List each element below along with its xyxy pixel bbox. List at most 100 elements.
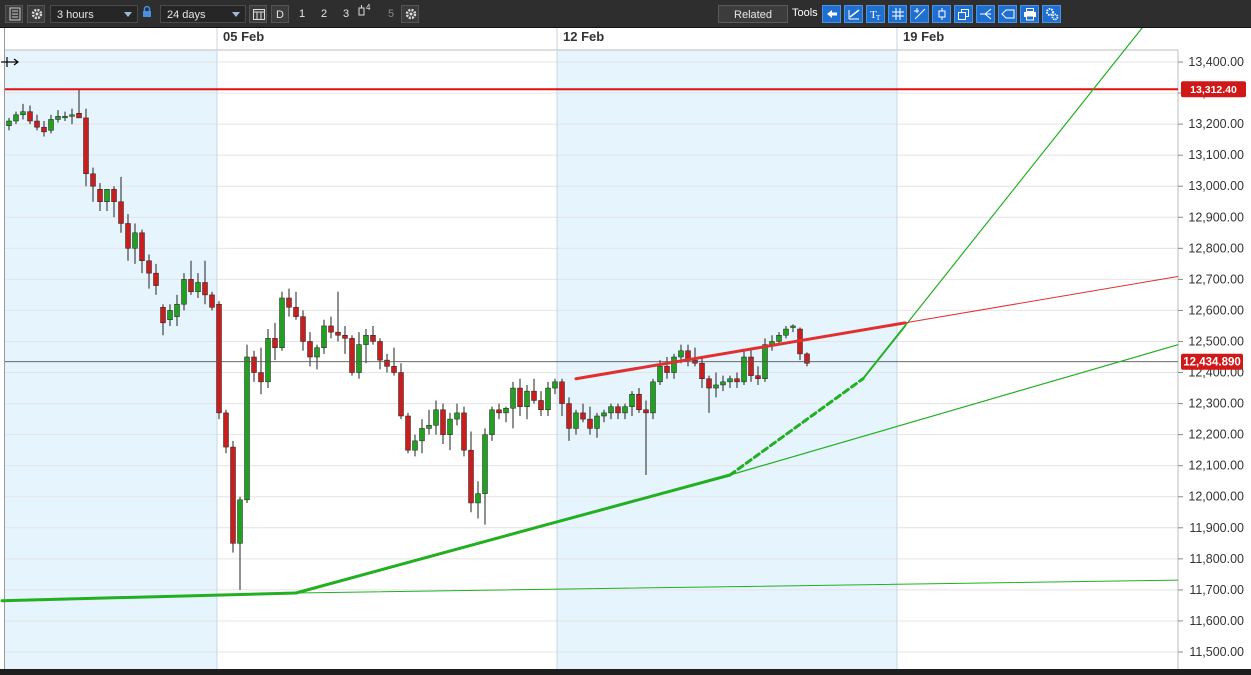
crosshair-icon: [914, 8, 926, 20]
window-bottom-frame: [0, 669, 1251, 675]
candle-up: [419, 419, 425, 454]
related-button[interactable]: Related: [718, 5, 788, 23]
candle-body: [524, 390, 530, 407]
period-4-label: 4: [366, 3, 371, 12]
y-tick-label: 12,700.00: [1188, 272, 1244, 286]
y-tick-label: 12,600.00: [1188, 303, 1244, 317]
tool-windows[interactable]: [954, 5, 973, 23]
lock-button[interactable]: [141, 5, 153, 23]
y-tick-label: 12,200.00: [1188, 428, 1244, 442]
candle-body: [622, 406, 628, 414]
candle-body: [720, 381, 726, 386]
candle-body: [608, 406, 614, 414]
candle-body: [748, 356, 754, 376]
candle-up: [433, 400, 439, 435]
candle-body: [580, 412, 586, 420]
tool-trend-line[interactable]: [844, 5, 863, 23]
menu-button[interactable]: [5, 5, 23, 23]
tool-fork[interactable]: [976, 5, 995, 23]
candle-up: [545, 381, 551, 416]
candle-body: [195, 282, 201, 293]
calendar-button[interactable]: [249, 5, 267, 23]
candle-up: [524, 384, 530, 420]
chart-settings-button[interactable]: [27, 5, 45, 23]
tool-candle[interactable]: [932, 5, 951, 23]
candle-body: [55, 116, 61, 120]
candle-body: [790, 325, 796, 328]
candle-body: [321, 325, 327, 348]
candle-body: [384, 359, 390, 367]
tool-shape[interactable]: [998, 5, 1017, 23]
candle-body: [461, 412, 467, 451]
candle-body: [174, 303, 180, 317]
candle-body: [230, 446, 236, 544]
tool-arrow-left[interactable]: [822, 5, 841, 23]
tool-grid[interactable]: [888, 5, 907, 23]
gear-icon: [31, 8, 43, 20]
chart-toolbar: 3 hours 24 days D 1 2 3 4 5 Related Tool…: [0, 0, 1251, 28]
candle-body: [286, 297, 292, 308]
y-tick-label: 13,100.00: [1188, 148, 1244, 162]
candle-body: [188, 279, 194, 293]
candle-body: [307, 341, 313, 358]
candle-down: [251, 350, 257, 382]
tool-crosshair[interactable]: [910, 5, 929, 23]
candle-body: [216, 303, 222, 414]
candle-down: [216, 301, 222, 420]
period-5-button[interactable]: 5: [385, 5, 397, 23]
candle-body: [146, 260, 152, 274]
tool-text[interactable]: TT: [866, 5, 885, 23]
y-tick-label: 12,300.00: [1188, 397, 1244, 411]
last-price-tag-text: 12,434.890: [1183, 357, 1241, 369]
candle-body: [594, 415, 600, 429]
y-tick-label: 11,600.00: [1189, 614, 1244, 628]
candle-down: [328, 316, 334, 339]
candle-body: [678, 350, 684, 358]
candle-up: [510, 381, 516, 429]
candle-body: [776, 335, 782, 342]
candle-body: [489, 409, 495, 435]
tool-settings[interactable]: [1042, 5, 1061, 23]
support-trendline-major: [294, 524, 543, 595]
candle-down: [531, 378, 537, 404]
range-select[interactable]: 24 days: [160, 5, 246, 23]
candle-body: [601, 412, 607, 417]
period-d-button[interactable]: D: [271, 5, 289, 23]
rising-resistance-extended: [904, 275, 1179, 324]
candle-body: [356, 344, 362, 373]
calendar-icon: [253, 9, 265, 20]
candle-body: [559, 381, 565, 404]
resistance-price-tag: 13,312.40: [1181, 81, 1246, 98]
week-shade: [557, 50, 897, 669]
candle-down: [272, 322, 278, 361]
candle-body: [223, 412, 229, 448]
advanced-settings-button[interactable]: [401, 5, 419, 23]
candle-body: [27, 111, 33, 122]
candle-down: [398, 363, 404, 420]
candle-body: [272, 338, 278, 348]
period-2-button[interactable]: 2: [318, 5, 330, 23]
candle-body: [300, 316, 306, 342]
y-tick-label: 12,000.00: [1188, 490, 1244, 504]
interval-select[interactable]: 3 hours: [50, 5, 138, 23]
candle-down: [384, 353, 390, 373]
candle-body: [755, 375, 761, 379]
period-3-button[interactable]: 3: [340, 5, 352, 23]
candle-down: [258, 347, 264, 395]
candle-body: [6, 120, 12, 126]
period-4-button[interactable]: 4: [357, 3, 373, 23]
candle-body: [328, 325, 334, 333]
candle-down: [293, 291, 299, 320]
price-chart[interactable]: 05 Feb 12 Feb 19 Feb 11,500.00 11,600.00 11,…: [0, 28, 1251, 669]
candle-body: [342, 335, 348, 339]
candle-body: [573, 412, 579, 429]
candle-body: [475, 493, 481, 504]
date-label: 05 Feb: [223, 29, 264, 44]
period-1-button[interactable]: 1: [296, 5, 308, 23]
candle-body: [636, 394, 642, 411]
candle-up: [475, 481, 481, 519]
candle-up: [237, 496, 243, 590]
candle-down: [496, 403, 502, 420]
tool-print[interactable]: [1020, 5, 1039, 23]
candle-body: [671, 356, 677, 373]
